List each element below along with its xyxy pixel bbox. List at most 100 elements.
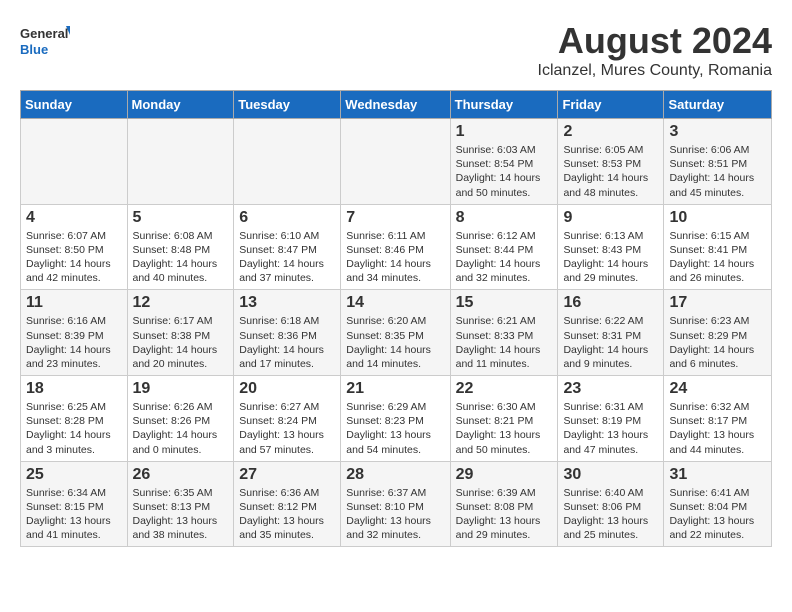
calendar-day-header: Friday bbox=[558, 91, 664, 119]
day-info: Sunrise: 6:16 AM Sunset: 8:39 PM Dayligh… bbox=[26, 314, 122, 371]
subtitle: Iclanzel, Mures County, Romania bbox=[538, 62, 772, 80]
day-info: Sunrise: 6:21 AM Sunset: 8:33 PM Dayligh… bbox=[456, 314, 553, 371]
calendar-week-row: 1 Sunrise: 6:03 AM Sunset: 8:54 PM Daylig… bbox=[21, 119, 772, 205]
day-info: Sunrise: 6:18 AM Sunset: 8:36 PM Dayligh… bbox=[239, 314, 335, 371]
day-number: 5 bbox=[133, 209, 229, 227]
day-number: 26 bbox=[133, 466, 229, 484]
calendar-cell: 23 Sunrise: 6:31 AM Sunset: 8:19 PM Dayli… bbox=[558, 376, 664, 462]
day-info: Sunrise: 6:32 AM Sunset: 8:17 PM Dayligh… bbox=[669, 400, 766, 457]
calendar-day-header: Wednesday bbox=[341, 91, 450, 119]
day-number: 9 bbox=[563, 209, 658, 227]
day-number: 19 bbox=[133, 380, 229, 398]
day-info: Sunrise: 6:07 AM Sunset: 8:50 PM Dayligh… bbox=[26, 229, 122, 286]
day-info: Sunrise: 6:03 AM Sunset: 8:54 PM Dayligh… bbox=[456, 143, 553, 200]
day-info: Sunrise: 6:25 AM Sunset: 8:28 PM Dayligh… bbox=[26, 400, 122, 457]
day-info: Sunrise: 6:12 AM Sunset: 8:44 PM Dayligh… bbox=[456, 229, 553, 286]
day-info: Sunrise: 6:26 AM Sunset: 8:26 PM Dayligh… bbox=[133, 400, 229, 457]
day-info: Sunrise: 6:29 AM Sunset: 8:23 PM Dayligh… bbox=[346, 400, 444, 457]
calendar-cell: 2 Sunrise: 6:05 AM Sunset: 8:53 PM Daylig… bbox=[558, 119, 664, 205]
day-number: 27 bbox=[239, 466, 335, 484]
day-number: 22 bbox=[456, 380, 553, 398]
day-info: Sunrise: 6:36 AM Sunset: 8:12 PM Dayligh… bbox=[239, 486, 335, 543]
calendar-week-row: 18 Sunrise: 6:25 AM Sunset: 8:28 PM Dayli… bbox=[21, 376, 772, 462]
title-block: August 2024 Iclanzel, Mures County, Roma… bbox=[538, 20, 772, 80]
day-info: Sunrise: 6:22 AM Sunset: 8:31 PM Dayligh… bbox=[563, 314, 658, 371]
calendar-day-header: Tuesday bbox=[234, 91, 341, 119]
day-info: Sunrise: 6:08 AM Sunset: 8:48 PM Dayligh… bbox=[133, 229, 229, 286]
day-number: 18 bbox=[26, 380, 122, 398]
calendar-cell bbox=[341, 119, 450, 205]
day-info: Sunrise: 6:17 AM Sunset: 8:38 PM Dayligh… bbox=[133, 314, 229, 371]
day-info: Sunrise: 6:05 AM Sunset: 8:53 PM Dayligh… bbox=[563, 143, 658, 200]
calendar-day-header: Monday bbox=[127, 91, 234, 119]
day-info: Sunrise: 6:27 AM Sunset: 8:24 PM Dayligh… bbox=[239, 400, 335, 457]
day-number: 6 bbox=[239, 209, 335, 227]
calendar-cell: 14 Sunrise: 6:20 AM Sunset: 8:35 PM Dayli… bbox=[341, 290, 450, 376]
calendar-cell bbox=[21, 119, 128, 205]
calendar-day-header: Thursday bbox=[450, 91, 558, 119]
day-number: 2 bbox=[563, 123, 658, 141]
day-number: 7 bbox=[346, 209, 444, 227]
day-info: Sunrise: 6:31 AM Sunset: 8:19 PM Dayligh… bbox=[563, 400, 658, 457]
day-info: Sunrise: 6:39 AM Sunset: 8:08 PM Dayligh… bbox=[456, 486, 553, 543]
calendar-cell bbox=[234, 119, 341, 205]
day-number: 13 bbox=[239, 294, 335, 312]
calendar-cell: 29 Sunrise: 6:39 AM Sunset: 8:08 PM Dayli… bbox=[450, 461, 558, 547]
calendar-cell: 27 Sunrise: 6:36 AM Sunset: 8:12 PM Dayli… bbox=[234, 461, 341, 547]
day-number: 14 bbox=[346, 294, 444, 312]
calendar-cell: 17 Sunrise: 6:23 AM Sunset: 8:29 PM Dayli… bbox=[664, 290, 772, 376]
calendar-cell: 31Sunrise: 6:41 AM Sunset: 8:04 PM Dayli… bbox=[664, 461, 772, 547]
day-info: Sunrise: 6:34 AM Sunset: 8:15 PM Dayligh… bbox=[26, 486, 122, 543]
day-info: Sunrise: 6:11 AM Sunset: 8:46 PM Dayligh… bbox=[346, 229, 444, 286]
day-info: Sunrise: 6:35 AM Sunset: 8:13 PM Dayligh… bbox=[133, 486, 229, 543]
day-number: 16 bbox=[563, 294, 658, 312]
day-number: 15 bbox=[456, 294, 553, 312]
day-number: 25 bbox=[26, 466, 122, 484]
day-info: Sunrise: 6:23 AM Sunset: 8:29 PM Dayligh… bbox=[669, 314, 766, 371]
day-number: 10 bbox=[669, 209, 766, 227]
calendar-cell: 7 Sunrise: 6:11 AM Sunset: 8:46 PM Daylig… bbox=[341, 204, 450, 290]
day-number: 3 bbox=[669, 123, 766, 141]
calendar-cell: 11 Sunrise: 6:16 AM Sunset: 8:39 PM Dayli… bbox=[21, 290, 128, 376]
day-info: Sunrise: 6:10 AM Sunset: 8:47 PM Dayligh… bbox=[239, 229, 335, 286]
calendar-week-row: 25 Sunrise: 6:34 AM Sunset: 8:15 PM Dayli… bbox=[21, 461, 772, 547]
calendar-cell: 15 Sunrise: 6:21 AM Sunset: 8:33 PM Dayli… bbox=[450, 290, 558, 376]
day-number: 24 bbox=[669, 380, 766, 398]
calendar-cell: 6 Sunrise: 6:10 AM Sunset: 8:47 PM Daylig… bbox=[234, 204, 341, 290]
calendar-cell: 3Sunrise: 6:06 AM Sunset: 8:51 PM Daylig… bbox=[664, 119, 772, 205]
calendar-cell: 16 Sunrise: 6:22 AM Sunset: 8:31 PM Dayli… bbox=[558, 290, 664, 376]
calendar-cell: 9 Sunrise: 6:13 AM Sunset: 8:43 PM Daylig… bbox=[558, 204, 664, 290]
day-number: 31 bbox=[669, 466, 766, 484]
day-number: 23 bbox=[563, 380, 658, 398]
logo: General Blue bbox=[20, 20, 70, 65]
calendar-cell: 12Sunrise: 6:17 AM Sunset: 8:38 PM Dayli… bbox=[127, 290, 234, 376]
day-number: 17 bbox=[669, 294, 766, 312]
day-number: 8 bbox=[456, 209, 553, 227]
calendar-cell: 20 Sunrise: 6:27 AM Sunset: 8:24 PM Dayli… bbox=[234, 376, 341, 462]
day-info: Sunrise: 6:13 AM Sunset: 8:43 PM Dayligh… bbox=[563, 229, 658, 286]
day-number: 11 bbox=[26, 294, 122, 312]
day-number: 1 bbox=[456, 123, 553, 141]
calendar-cell: 24 Sunrise: 6:32 AM Sunset: 8:17 PM Dayli… bbox=[664, 376, 772, 462]
day-number: 4 bbox=[26, 209, 122, 227]
day-info: Sunrise: 6:20 AM Sunset: 8:35 PM Dayligh… bbox=[346, 314, 444, 371]
calendar-cell: 25 Sunrise: 6:34 AM Sunset: 8:15 PM Dayli… bbox=[21, 461, 128, 547]
page-header: General Blue August 2024 Iclanzel, Mures… bbox=[20, 20, 772, 80]
calendar-week-row: 4 Sunrise: 6:07 AM Sunset: 8:50 PM Daylig… bbox=[21, 204, 772, 290]
day-number: 29 bbox=[456, 466, 553, 484]
calendar-cell: 4 Sunrise: 6:07 AM Sunset: 8:50 PM Daylig… bbox=[21, 204, 128, 290]
calendar-cell: 18 Sunrise: 6:25 AM Sunset: 8:28 PM Dayli… bbox=[21, 376, 128, 462]
svg-text:Blue: Blue bbox=[20, 42, 48, 57]
day-info: Sunrise: 6:40 AM Sunset: 8:06 PM Dayligh… bbox=[563, 486, 658, 543]
logo-svg: General Blue bbox=[20, 20, 70, 65]
calendar-cell: 13 Sunrise: 6:18 AM Sunset: 8:36 PM Dayli… bbox=[234, 290, 341, 376]
calendar-cell: 22Sunrise: 6:30 AM Sunset: 8:21 PM Dayli… bbox=[450, 376, 558, 462]
calendar-cell: 10Sunrise: 6:15 AM Sunset: 8:41 PM Dayli… bbox=[664, 204, 772, 290]
calendar-table: SundayMondayTuesdayWednesdayThursdayFrid… bbox=[20, 90, 772, 547]
calendar-header-row: SundayMondayTuesdayWednesdayThursdayFrid… bbox=[21, 91, 772, 119]
calendar-cell: 26 Sunrise: 6:35 AM Sunset: 8:13 PM Dayli… bbox=[127, 461, 234, 547]
day-number: 20 bbox=[239, 380, 335, 398]
day-number: 21 bbox=[346, 380, 444, 398]
calendar-cell: 5 Sunrise: 6:08 AM Sunset: 8:48 PM Daylig… bbox=[127, 204, 234, 290]
calendar-cell: 8 Sunrise: 6:12 AM Sunset: 8:44 PM Daylig… bbox=[450, 204, 558, 290]
